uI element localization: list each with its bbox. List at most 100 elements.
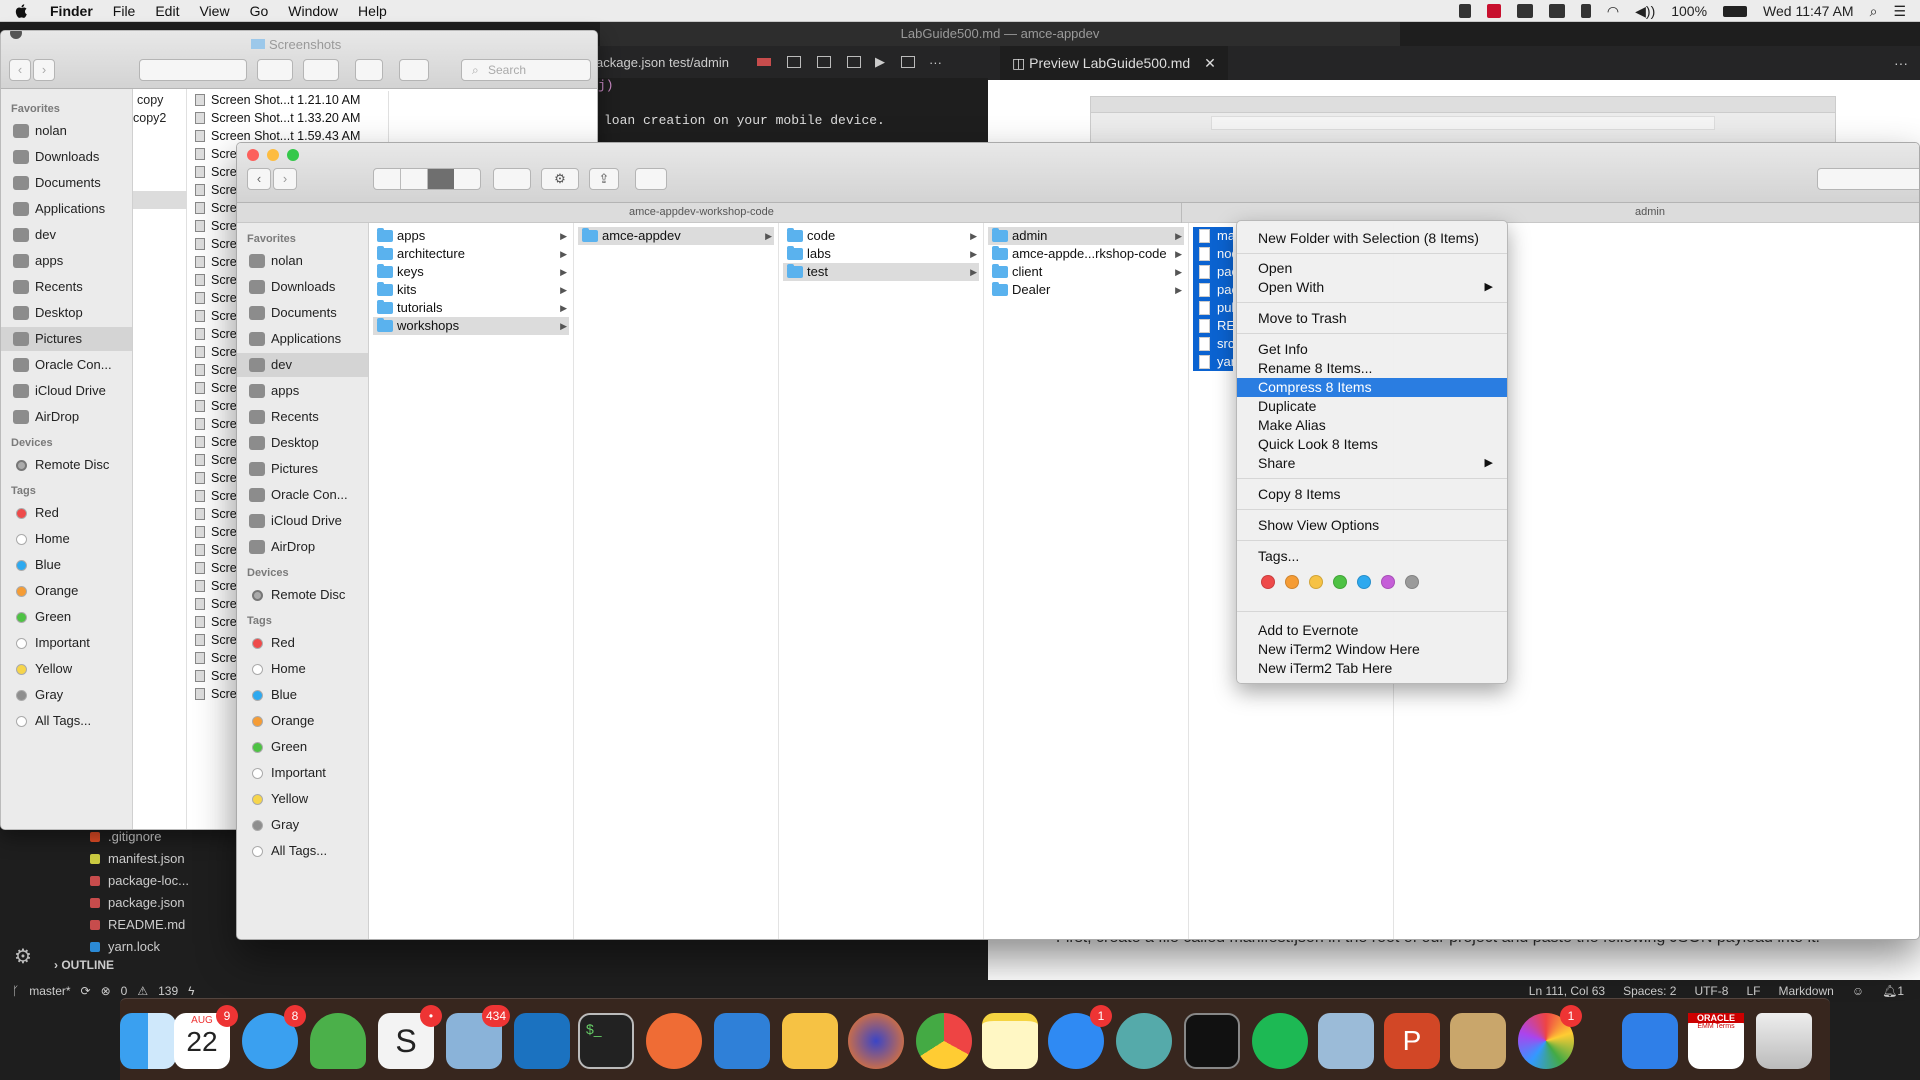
menu-quick-look[interactable]: Quick Look 8 Items <box>1237 435 1507 454</box>
sidebar-item-pictures[interactable]: Pictures <box>237 457 368 481</box>
menu-new-iterm2-tab[interactable]: New iTerm2 Tab Here <box>1237 659 1507 678</box>
preview-dock-icon[interactable] <box>1318 1013 1374 1069</box>
firefox-dock-icon[interactable] <box>848 1013 904 1069</box>
keychain-dock-icon[interactable] <box>1450 1013 1506 1069</box>
list-view-icon[interactable] <box>401 169 428 189</box>
sidebar-tag-all-tags-[interactable]: All Tags... <box>1 709 132 733</box>
sidebar-tag-gray[interactable]: Gray <box>1 683 132 707</box>
menu-add-to-evernote[interactable]: Add to Evernote <box>1237 621 1507 640</box>
code-editor[interactable]: j) loan creation on your mobile device. <box>588 78 988 148</box>
screenshot-file-row[interactable]: Screen Shot...t 1.33.20 AM <box>189 109 388 127</box>
app-store-dock-icon[interactable]: 1 <box>1048 1005 1112 1069</box>
sidebar-item-icloud-drive[interactable]: iCloud Drive <box>1 379 132 403</box>
spotlight-icon[interactable]: ⌕ <box>1870 3 1878 20</box>
screenshot-file-row[interactable]: Screen Shot...t 1.21.10 AM <box>189 91 388 109</box>
tag-color-dot[interactable] <box>1405 575 1419 589</box>
sidebar-tag-red[interactable]: Red <box>1 501 132 525</box>
explorer-item[interactable]: yarn.lock <box>90 936 230 958</box>
sidebar-tag-green[interactable]: Green <box>1 605 132 629</box>
sync-icon[interactable] <box>1548 4 1565 18</box>
sidebar-tag-red[interactable]: Red <box>237 631 368 655</box>
hand-app-dock-icon[interactable] <box>1622 1013 1678 1069</box>
sidebar-tag-orange[interactable]: Orange <box>237 709 368 733</box>
view-mode-switcher[interactable] <box>139 59 247 81</box>
arrange-button[interactable] <box>493 168 531 190</box>
folder-item-amce-appdev[interactable]: amce-appdev ▶ <box>578 227 774 245</box>
calendar-dock-icon[interactable]: AUG 22 9 <box>174 1005 238 1069</box>
sidebar-item-airdrop[interactable]: AirDrop <box>237 535 368 559</box>
bell-icon[interactable]: 🔔︎1 <box>1882 984 1904 998</box>
menu-app-finder[interactable]: Finder <box>50 3 93 19</box>
terminal-dock-icon[interactable]: $_ <box>578 1013 634 1069</box>
gallery-view-icon[interactable] <box>454 169 480 189</box>
sidebar-item-pictures[interactable]: Pictures <box>1 327 132 351</box>
sidebar-tag-important[interactable]: Important <box>237 761 368 785</box>
notification-center-icon[interactable]: ☰ <box>1893 3 1906 20</box>
sidebar-item-applications[interactable]: Applications <box>237 327 368 351</box>
sidebar-tag-yellow[interactable]: Yellow <box>237 787 368 811</box>
list-item-selected[interactable] <box>133 191 187 209</box>
sidebar-item-documents[interactable]: Documents <box>1 171 132 195</box>
selected-file-item[interactable]: src <box>1193 335 1234 353</box>
tag-button[interactable] <box>399 59 429 81</box>
shield-icon[interactable] <box>1458 4 1471 18</box>
sidebar-tag-blue[interactable]: Blue <box>1 553 132 577</box>
sidebar-tag-yellow[interactable]: Yellow <box>1 657 132 681</box>
folder-item-apps[interactable]: apps ▶ <box>373 227 569 245</box>
menu-help[interactable]: Help <box>358 3 387 19</box>
explorer-item[interactable]: manifest.json <box>90 848 230 870</box>
close-tab-icon[interactable]: ✕ <box>1204 55 1216 71</box>
folder-item-code[interactable]: code ▶ <box>783 227 979 245</box>
slack-dock-icon[interactable]: S • <box>378 1005 442 1069</box>
compare-icon[interactable] <box>816 56 831 68</box>
warning-count[interactable]: 139 <box>158 984 178 998</box>
folder-item-architecture[interactable]: architecture ▶ <box>373 245 569 263</box>
folder-item-labs[interactable]: labs ▶ <box>783 245 979 263</box>
more-icon[interactable]: ··· <box>1894 55 1908 71</box>
menu-new-iterm2-window[interactable]: New iTerm2 Window Here <box>1237 640 1507 659</box>
view-mode-switcher[interactable] <box>373 168 481 190</box>
menu-duplicate[interactable]: Duplicate <box>1237 397 1507 416</box>
menu-go[interactable]: Go <box>250 3 269 19</box>
icon-view-icon[interactable] <box>374 169 401 189</box>
menu-get-info[interactable]: Get Info <box>1237 340 1507 359</box>
messages-dock-icon[interactable]: 8 <box>242 1005 306 1069</box>
sidebar-item-remote-disc[interactable]: Remote Disc <box>237 583 368 607</box>
arrange-button[interactable] <box>257 59 293 81</box>
folder-item-workshops[interactable]: workshops ▶ <box>373 317 569 335</box>
close-button[interactable] <box>10 31 22 39</box>
sidebar-item-oracle-con-[interactable]: Oracle Con... <box>237 483 368 507</box>
screenshot-icon[interactable] <box>1516 4 1533 18</box>
apple-menu-icon[interactable] <box>14 3 30 19</box>
search-field[interactable]: ⌕ Search <box>461 59 591 81</box>
column-view-icon[interactable] <box>428 169 454 189</box>
indentation[interactable]: Spaces: 2 <box>1623 984 1676 998</box>
sidebar-item-applications[interactable]: Applications <box>1 197 132 221</box>
tag-button[interactable] <box>635 168 667 190</box>
forward-button[interactable]: › <box>33 59 55 81</box>
close-button[interactable] <box>247 149 259 161</box>
folder-item-keys[interactable]: keys ▶ <box>373 263 569 281</box>
selected-file-item[interactable]: pac <box>1193 263 1238 281</box>
sidebar-item-downloads[interactable]: Downloads <box>237 275 368 299</box>
menu-tags[interactable]: Tags... <box>1237 547 1507 566</box>
sidebar-item-downloads[interactable]: Downloads <box>1 145 132 169</box>
sidebar-item-desktop[interactable]: Desktop <box>237 431 368 455</box>
list-item[interactable]: copy <box>137 93 163 107</box>
explorer-item[interactable]: package.json <box>90 892 230 914</box>
sidebar-item-oracle-con-[interactable]: Oracle Con... <box>1 353 132 377</box>
folder-item-tutorials[interactable]: tutorials ▶ <box>373 299 569 317</box>
action-gear-button[interactable]: ⚙ <box>541 168 579 190</box>
battery-percent[interactable]: 100% <box>1671 3 1707 19</box>
xcode-instruments-dock-icon[interactable] <box>714 1013 770 1069</box>
split-editor-icon[interactable] <box>900 56 915 68</box>
error-icon[interactable]: ⊗ <box>101 984 111 998</box>
folder-item-client[interactable]: client ▶ <box>988 263 1184 281</box>
menu-share[interactable]: Share ▶ <box>1237 454 1507 473</box>
selected-file-item[interactable]: nod <box>1193 245 1239 263</box>
sidebar-item-recents[interactable]: Recents <box>237 405 368 429</box>
finder-dock-icon[interactable] <box>120 1013 176 1069</box>
sidebar-item-airdrop[interactable]: AirDrop <box>1 405 132 429</box>
menu-open[interactable]: Open <box>1237 259 1507 278</box>
preview-tab[interactable]: ◫ Preview LabGuide500.md ✕ <box>1000 46 1228 80</box>
